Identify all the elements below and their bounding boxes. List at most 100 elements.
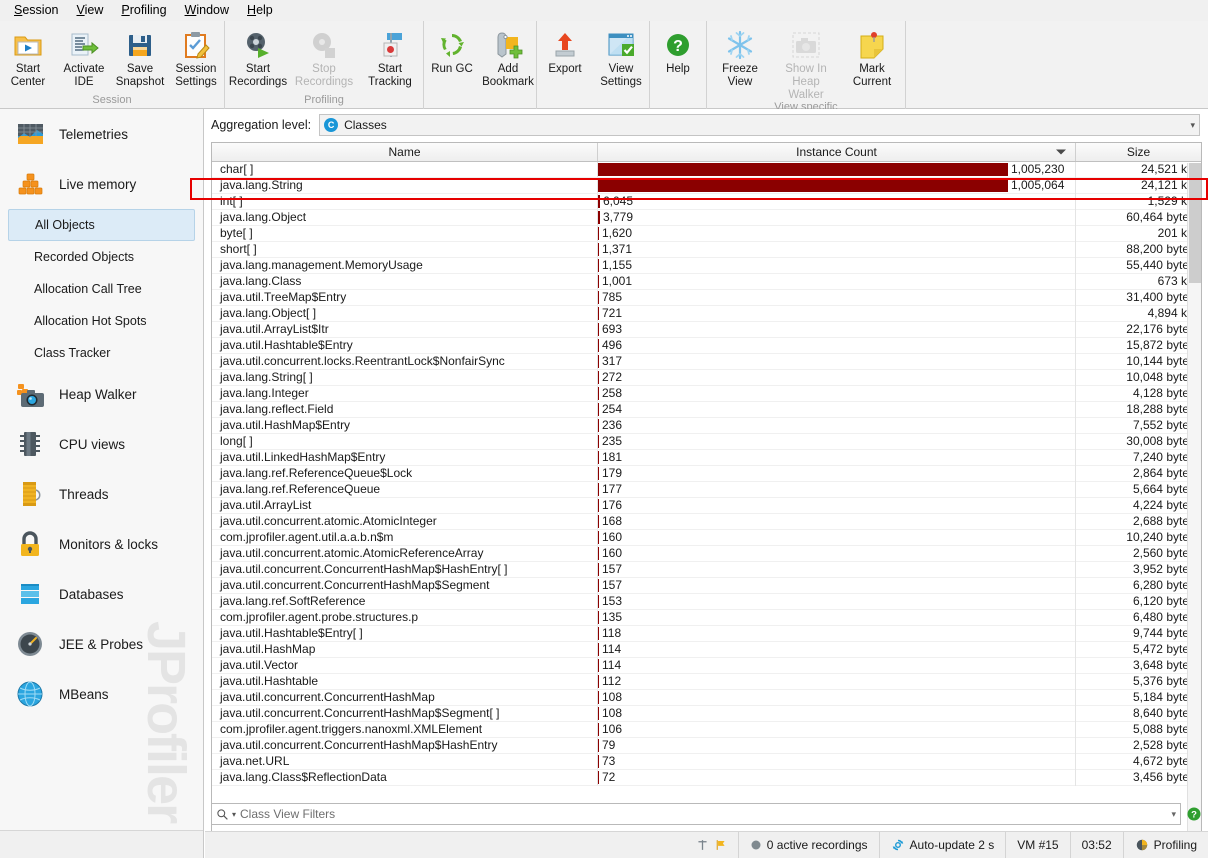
table-row[interactable]: java.util.TreeMap$Entry 785 31,400 bytes xyxy=(212,289,1201,306)
sidebar-item-class-tracker[interactable]: Class Tracker xyxy=(8,337,195,369)
table-row[interactable]: int[ ] 6,045 1,529 kB xyxy=(212,193,1201,210)
instance-count-bar xyxy=(598,162,1008,176)
status-active-recordings[interactable]: 0 active recordings xyxy=(737,831,879,858)
stop-recordings-button[interactable]: Stop Recordings xyxy=(291,26,357,89)
sidebar-item-threads[interactable]: Threads xyxy=(0,469,203,519)
menu-session[interactable]: Session xyxy=(6,1,66,19)
status-profiling-state[interactable]: Profiling xyxy=(1122,831,1208,858)
filter-history-chevron-icon[interactable]: ▾ xyxy=(1171,809,1176,820)
session-settings-button[interactable]: Session Settings xyxy=(168,26,224,89)
table-row[interactable]: java.lang.Class$ReflectionData 72 3,456 by… xyxy=(212,769,1201,786)
table-row[interactable]: com.jprofiler.agent.probe.structures.p 13… xyxy=(212,609,1201,626)
menu-window[interactable]: Window xyxy=(177,1,237,19)
table-scrollbar-thumb[interactable] xyxy=(1189,163,1201,283)
sidebar-item-allocation-call-tree[interactable]: Allocation Call Tree xyxy=(8,273,195,305)
mark-current-button[interactable]: Mark Current xyxy=(839,26,905,89)
column-header-size[interactable]: Size xyxy=(1076,143,1201,161)
table-row[interactable]: java.lang.management.MemoryUsage 1,155 55,… xyxy=(212,257,1201,274)
table-row[interactable]: com.jprofiler.agent.util.a.a.b.n$m 160 10,… xyxy=(212,529,1201,546)
table-row[interactable]: java.util.LinkedHashMap$Entry 181 7,240 by… xyxy=(212,449,1201,466)
table-row[interactable]: java.util.Hashtable$Entry 496 15,872 bytes xyxy=(212,337,1201,354)
sidebar-item-live-memory[interactable]: Live memory xyxy=(0,159,203,209)
table-row[interactable]: java.util.ArrayList$Itr 693 22,176 bytes xyxy=(212,321,1201,338)
table-row[interactable]: java.lang.Integer 258 4,128 bytes xyxy=(212,385,1201,402)
table-row[interactable]: java.util.Hashtable 112 5,376 bytes xyxy=(212,673,1201,690)
show-in-heap-walker-button[interactable]: Show In Heap Walker xyxy=(773,26,839,102)
table-row[interactable]: java.util.concurrent.locks.ReentrantLock… xyxy=(212,353,1201,370)
status-bar: 0 active recordings Auto-update 2 s VM #… xyxy=(205,831,1208,858)
table-row[interactable]: java.lang.Object 3,779 60,464 bytes xyxy=(212,209,1201,226)
view-settings-button[interactable]: View Settings xyxy=(593,26,649,89)
sidebar-item-all-objects[interactable]: All Objects xyxy=(8,209,195,241)
table-row[interactable]: java.util.HashMap$Entry 236 7,552 bytes xyxy=(212,417,1201,434)
sidebar-item-recorded-objects[interactable]: Recorded Objects xyxy=(8,241,195,273)
sidebar-item-cpu-views[interactable]: CPU views xyxy=(0,419,203,469)
sidebar-item-monitors-locks[interactable]: Monitors & locks xyxy=(0,519,203,569)
start-recordings-button[interactable]: Start Recordings xyxy=(225,26,291,89)
cell-instance-count: 1,155 xyxy=(598,257,1076,274)
table-row[interactable]: java.lang.ref.SoftReference 153 6,120 byte… xyxy=(212,593,1201,610)
run-gc-button[interactable]: Run GC xyxy=(424,26,480,76)
table-row[interactable]: java.lang.String 1,005,064 24,121 kB xyxy=(212,177,1201,194)
cell-class-name: java.lang.ref.ReferenceQueue xyxy=(212,482,598,497)
sidebar-item-telemetries[interactable]: Telemetries xyxy=(0,109,203,159)
sidebar-item-mbeans[interactable]: MBeans xyxy=(0,669,203,719)
menu-view[interactable]: View xyxy=(68,1,111,19)
table-row[interactable]: short[ ] 1,371 88,200 bytes xyxy=(212,241,1201,258)
cell-class-name: java.lang.String[ ] xyxy=(212,370,598,385)
table-row[interactable]: java.util.concurrent.atomic.AtomicIntege… xyxy=(212,513,1201,530)
table-row[interactable]: long[ ] 235 30,008 bytes xyxy=(212,433,1201,450)
table-row[interactable]: java.lang.Object[ ] 721 4,894 kB xyxy=(212,305,1201,322)
help-button[interactable]: ? Help xyxy=(650,26,706,76)
cell-instance-count: 108 xyxy=(598,689,1076,706)
table-row[interactable]: java.lang.reflect.Field 254 18,288 bytes xyxy=(212,401,1201,418)
freeze-view-button[interactable]: Freeze View xyxy=(707,26,773,89)
table-row[interactable]: com.jprofiler.agent.triggers.nanoxml.XML… xyxy=(212,721,1201,738)
table-row[interactable]: java.util.concurrent.atomic.AtomicRefere… xyxy=(212,545,1201,562)
column-header-instance-count[interactable]: Instance Count xyxy=(598,143,1076,161)
table-row[interactable]: java.net.URL 73 4,672 bytes xyxy=(212,753,1201,770)
table-row[interactable]: java.util.Vector 114 3,648 bytes xyxy=(212,657,1201,674)
status-auto-update[interactable]: Auto-update 2 s xyxy=(878,831,1006,858)
status-bookmark-icons[interactable] xyxy=(685,832,738,858)
menu-help[interactable]: Help xyxy=(239,1,281,19)
table-row[interactable]: char[ ] 1,005,230 24,521 kB xyxy=(212,162,1201,178)
activate-ide-button[interactable]: Activate IDE xyxy=(56,26,112,89)
table-row[interactable]: java.util.HashMap 114 5,472 bytes xyxy=(212,641,1201,658)
aggregation-level-select[interactable]: C Classes ▾ xyxy=(319,114,1200,136)
table-row[interactable]: java.util.concurrent.ConcurrentHashMap$H… xyxy=(212,737,1201,754)
table-row[interactable]: java.util.concurrent.ConcurrentHashMap 10… xyxy=(212,689,1201,706)
class-view-filter-input[interactable]: ▾ Class View Filters ▾ xyxy=(211,803,1181,825)
start-tracking-button[interactable]: Start Tracking xyxy=(357,26,423,89)
table-row[interactable]: java.lang.String[ ] 272 10,048 bytes xyxy=(212,369,1201,386)
table-row[interactable]: java.util.concurrent.ConcurrentHashMap$S… xyxy=(212,705,1201,722)
table-scrollbar[interactable] xyxy=(1187,163,1201,849)
start-center-button[interactable]: Start Center xyxy=(0,26,56,89)
menu-profiling[interactable]: Profiling xyxy=(113,1,174,19)
table-row[interactable]: java.util.concurrent.ConcurrentHashMap$S… xyxy=(212,577,1201,594)
sidebar-item-allocation-hot-spots[interactable]: Allocation Hot Spots xyxy=(8,305,195,337)
table-row[interactable]: java.lang.Class 1,001 673 kB xyxy=(212,273,1201,290)
table-row[interactable]: java.util.concurrent.ConcurrentHashMap$H… xyxy=(212,561,1201,578)
sidebar-item-jee-probes[interactable]: JEE & Probes xyxy=(0,619,203,669)
filter-help-icon[interactable]: ? xyxy=(1186,806,1202,822)
sidebar-item-heap-walker[interactable]: Heap Walker xyxy=(0,369,203,419)
table-row[interactable]: java.lang.ref.ReferenceQueue 177 5,664 byt… xyxy=(212,481,1201,498)
aggregation-level-label: Aggregation level: xyxy=(211,118,312,132)
table-row[interactable]: java.util.ArrayList 176 4,224 bytes xyxy=(212,497,1201,514)
column-header-name[interactable]: Name xyxy=(212,143,598,161)
status-active-recordings-label: 0 active recordings xyxy=(766,838,868,852)
cell-size: 24,521 kB xyxy=(1140,162,1195,176)
sidebar-bottom-bar xyxy=(0,830,203,858)
add-bookmark-button[interactable]: Add Bookmark xyxy=(480,26,536,89)
cell-size: 24,121 kB xyxy=(1140,178,1195,192)
filter-dropdown-caret-icon[interactable]: ▾ xyxy=(232,810,236,819)
save-snapshot-button[interactable]: Save Snapshot xyxy=(112,26,168,89)
sidebar-item-databases[interactable]: Databases xyxy=(0,569,203,619)
export-button[interactable]: Export xyxy=(537,26,593,76)
status-elapsed-time: 03:52 xyxy=(1069,831,1123,858)
table-body: char[ ] 1,005,230 24,521 kB java.lang.Strin… xyxy=(212,162,1201,858)
table-row[interactable]: java.lang.ref.ReferenceQueue$Lock 179 2,86… xyxy=(212,465,1201,482)
table-row[interactable]: java.util.Hashtable$Entry[ ] 118 9,744 byt… xyxy=(212,625,1201,642)
table-row[interactable]: byte[ ] 1,620 201 kB xyxy=(212,225,1201,242)
